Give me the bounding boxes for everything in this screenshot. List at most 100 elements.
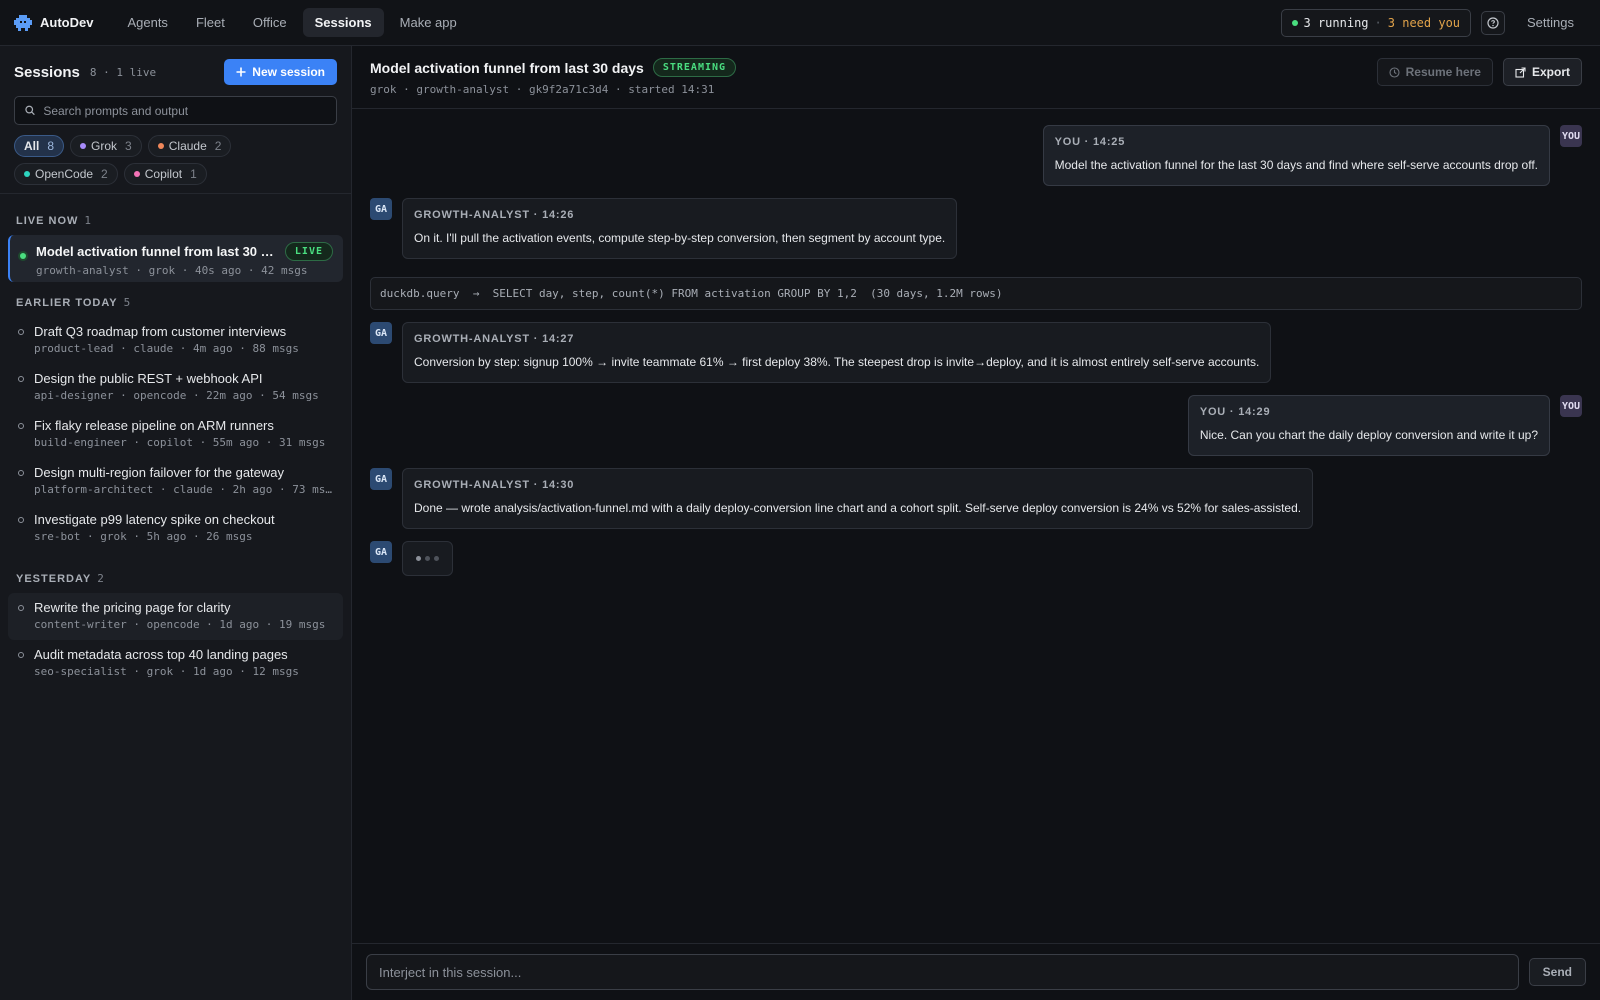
help-button[interactable] [1481, 10, 1506, 35]
session-count: 8 · 1 live [89, 65, 157, 79]
idle-ring-icon [18, 329, 24, 335]
main-nav: Agents Fleet Office Sessions Make app [115, 8, 468, 37]
app-name: AutoDev [40, 15, 94, 30]
filter-label: All [24, 139, 40, 153]
grok-dot-icon [80, 143, 87, 149]
agent-status-pill[interactable]: 3 running · 3 need you [1280, 8, 1472, 37]
session-detail: Model activation funnel from last 30 day… [352, 46, 1600, 1000]
filter-copilot[interactable]: Copilot 1 [123, 163, 207, 185]
group-count: 2 [97, 572, 104, 585]
agent-avatar: GA [370, 468, 392, 490]
search-icon [25, 105, 35, 116]
nav-fleet[interactable]: Fleet [184, 8, 237, 37]
new-session-button[interactable]: New session [224, 59, 337, 85]
session-item[interactable]: Design multi-region failover for the gat… [8, 458, 343, 505]
agent-avatar: GA [370, 541, 392, 563]
idle-ring-icon [18, 652, 24, 658]
typing-dot [416, 556, 421, 561]
message-bubble: YOU · 14:25 Model the activation funnel … [1042, 125, 1550, 186]
nav-sessions[interactable]: Sessions [302, 8, 384, 37]
group-title: LIVE NOW [16, 215, 79, 227]
resume-here-button[interactable]: Resume here [1376, 58, 1493, 86]
message-user: YOU · 14:25 Model the activation funnel … [370, 125, 1582, 186]
session-item[interactable]: Draft Q3 roadmap from customer interview… [8, 317, 343, 364]
session-item[interactable]: Rewrite the pricing page for clarity con… [8, 593, 343, 640]
session-meta: content-writer · opencode · 1d ago · 19 … [34, 618, 326, 631]
message-agent: GA GROWTH-ANALYST · 14:30 Done — wrote a… [370, 468, 1582, 529]
live-badge: LIVE [284, 242, 333, 261]
filter-label: OpenCode [35, 167, 94, 181]
message-header: GROWTH-ANALYST · 14:26 [414, 209, 575, 221]
filter-all[interactable]: All 8 [14, 135, 65, 157]
session-title: Audit metadata across top 40 landing pag… [34, 647, 288, 662]
filter-claude[interactable]: Claude 2 [147, 135, 232, 157]
export-label: Export [1531, 65, 1570, 79]
export-button[interactable]: Export [1502, 58, 1582, 86]
idle-ring-icon [18, 517, 24, 523]
sidebar-title: Sessions [14, 63, 80, 81]
message-agent: GA GROWTH-ANALYST · 14:26 On it. I'll pu… [370, 198, 1582, 259]
agent-avatar: GA [370, 322, 392, 344]
message-bubble: GROWTH-ANALYST · 14:30 Done — wrote anal… [402, 468, 1314, 529]
running-dot-icon [1291, 19, 1298, 26]
nav-make-app[interactable]: Make app [388, 8, 469, 37]
session-meta: product-lead · claude · 4m ago · 88 msgs [34, 342, 299, 355]
message-text: Conversion by step: signup 100% → invite… [414, 355, 1260, 369]
live-dot-icon [20, 253, 26, 259]
typing-indicator [402, 541, 453, 576]
filter-count: 2 [214, 139, 222, 153]
message-user: YOU · 14:29 Nice. Can you chart the dail… [370, 395, 1582, 456]
idle-ring-icon [18, 376, 24, 382]
running-count: 3 running [1303, 15, 1369, 30]
filter-label: Claude [168, 139, 207, 153]
typing-dot [425, 556, 430, 561]
status-separator: · [1374, 15, 1382, 30]
session-title: Design the public REST + webhook API [34, 371, 263, 386]
session-meta: seo-specialist · grok · 1d ago · 12 msgs [34, 665, 299, 678]
nav-office[interactable]: Office [241, 8, 299, 37]
message-header: GROWTH-ANALYST · 14:30 [414, 479, 575, 491]
message-text: On it. I'll pull the activation events, … [414, 231, 946, 245]
resume-label: Resume here [1405, 65, 1481, 79]
message-bubble: YOU · 14:29 Nice. Can you chart the dail… [1187, 395, 1550, 456]
sessions-sidebar: Sessions 8 · 1 live New session All 8 [0, 46, 352, 1000]
session-item[interactable]: Design the public REST + webhook API api… [8, 364, 343, 411]
session-detail-title: Model activation funnel from last 30 day… [370, 59, 644, 76]
search-box[interactable] [14, 96, 337, 125]
session-item[interactable]: Audit metadata across top 40 landing pag… [8, 640, 343, 687]
group-title: YESTERDAY [16, 573, 92, 585]
group-label-earlier-today: EARLIER TODAY 5 [0, 282, 351, 317]
nav-agents[interactable]: Agents [115, 8, 179, 37]
sidebar-header: Sessions 8 · 1 live New session All 8 [0, 46, 351, 194]
question-circle-icon [1487, 16, 1499, 29]
need-you-count: 3 need you [1387, 15, 1461, 30]
group-label-yesterday: YESTERDAY 2 [0, 552, 351, 593]
filter-grok[interactable]: Grok 3 [70, 135, 142, 157]
group-count: 1 [84, 214, 92, 227]
agent-filters: All 8 Grok 3 Claude 2 OpenCode 2 Copilot [14, 135, 254, 185]
message-bubble: GROWTH-ANALYST · 14:26 On it. I'll pull … [402, 198, 958, 259]
clock-icon [1389, 66, 1400, 78]
session-item[interactable]: Investigate p99 latency spike on checkou… [8, 505, 343, 552]
composer: Send [352, 943, 1600, 1000]
session-title: Rewrite the pricing page for clarity [34, 600, 231, 615]
user-avatar: YOU [1560, 395, 1582, 417]
claude-dot-icon [157, 143, 164, 149]
session-item-active[interactable]: Model activation funnel from last 30 day… [8, 235, 343, 282]
robot-logo-icon [14, 14, 32, 31]
session-item[interactable]: Fix flaky release pipeline on ARM runner… [8, 411, 343, 458]
idle-ring-icon [18, 423, 24, 429]
interject-input[interactable] [366, 954, 1519, 990]
send-button[interactable]: Send [1528, 958, 1586, 986]
message-bubble: GROWTH-ANALYST · 14:27 Conversion by ste… [402, 322, 1272, 383]
app-logo[interactable]: AutoDev [14, 14, 93, 32]
settings-link[interactable]: Settings [1515, 15, 1586, 30]
message-text: Model the activation funnel for the last… [1054, 158, 1538, 172]
filter-label: Grok [91, 139, 118, 153]
new-session-label: New session [252, 65, 325, 79]
search-input[interactable] [43, 103, 326, 118]
session-meta: sre-bot · grok · 5h ago · 26 msgs [34, 530, 253, 543]
message-header: YOU · 14:25 [1054, 136, 1126, 148]
filter-count: 1 [190, 167, 197, 181]
filter-opencode[interactable]: OpenCode 2 [14, 163, 118, 185]
